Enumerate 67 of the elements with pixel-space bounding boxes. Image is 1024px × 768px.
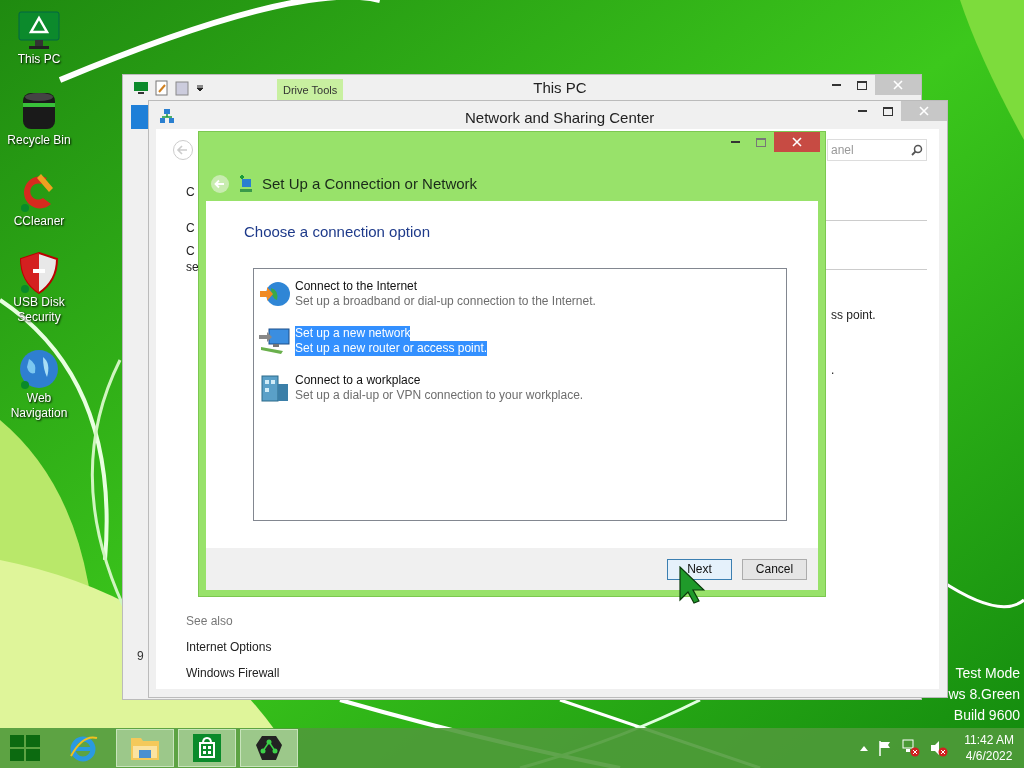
connection-option[interactable]: Connect to the Internet Set up a broadband or dial-up connection to the Internet. <box>259 279 786 309</box>
status-text: 9 <box>137 648 144 665</box>
option-description: Set up a broadband or dial-up connection to the Internet. <box>295 294 596 309</box>
globe-icon <box>17 347 61 391</box>
shield-icon <box>17 251 61 295</box>
close-icon <box>792 137 802 147</box>
window-title: Network and Sharing Center <box>465 108 655 128</box>
body-text: C <box>186 220 195 237</box>
store-bag-icon <box>192 733 222 763</box>
network-hub-icon <box>254 733 284 763</box>
monitor-icon <box>17 8 61 52</box>
test-mode-text: ws 8.Green <box>948 685 1020 703</box>
option-title: Set up a new network <box>295 326 411 341</box>
body-text: ss point. <box>831 307 876 324</box>
network-icon <box>159 108 175 124</box>
desktop-icon[interactable]: This PC <box>0 8 78 67</box>
body-text: C <box>186 184 195 201</box>
body-text: . <box>831 362 835 379</box>
option-title: Connect to the Internet <box>295 279 418 294</box>
desktop-icon-label: This PC <box>17 52 61 67</box>
test-mode-text: Test Mode <box>955 664 1020 682</box>
search-icon <box>911 144 923 156</box>
clock-time: 11:42 AM <box>964 732 1014 748</box>
dialog-button[interactable]: Next <box>667 558 732 580</box>
option-description: Set up a dial-up or VPN connection to your workplace. <box>295 388 584 403</box>
volume-muted-icon[interactable] <box>930 739 949 757</box>
network-icon <box>238 175 254 193</box>
network-error-icon[interactable] <box>902 739 921 757</box>
option-description: Set up a new router or access point. <box>295 341 488 356</box>
body-text: C <box>186 243 195 260</box>
see-also-link[interactable]: Internet Options <box>186 638 280 656</box>
option-title: Connect to a workplace <box>295 373 421 388</box>
body-text: se <box>186 259 199 276</box>
desktop-icon-label: Recycle Bin <box>7 133 71 148</box>
folder-icon <box>175 80 189 96</box>
see-also-heading: See also <box>186 613 234 630</box>
monitor-icon <box>133 81 149 95</box>
clock-date: 4/6/2022 <box>965 748 1013 764</box>
globe-icon <box>259 280 291 308</box>
dropdown-caret-icon[interactable] <box>195 83 205 93</box>
dialog-button[interactable]: Cancel <box>742 558 807 580</box>
taskbar-button[interactable] <box>240 729 298 767</box>
connection-option[interactable]: Set up a new network Set up a new router or access point. <box>259 326 786 356</box>
see-also-link[interactable]: Windows Firewall <box>186 664 280 682</box>
dialog-heading: Choose a connection option <box>244 222 430 242</box>
desktop-icon-label: Web Navigation <box>9 391 69 421</box>
connection-option[interactable]: Connect to a workplace Set up a dial-up or VPN connection to your workplace. <box>259 373 786 403</box>
desktop-icon[interactable]: CCleaner <box>0 170 78 229</box>
close-icon <box>919 106 929 116</box>
windows-logo-icon <box>10 735 40 761</box>
desktop-icon[interactable]: Web Navigation <box>0 347 78 421</box>
caret-up-icon[interactable] <box>860 745 869 751</box>
window-title: This PC <box>533 77 587 98</box>
dialog-title: Set Up a Connection or Network <box>262 173 478 194</box>
ribbon-tab[interactable]: Drive Tools <box>277 78 344 101</box>
search-field[interactable]: anel <box>827 139 927 161</box>
close-icon <box>893 80 903 90</box>
desktop-icon-label: CCleaner <box>13 214 65 229</box>
navigation-pane-strip <box>131 105 149 129</box>
clock[interactable]: 11:42 AM 4/6/2022 <box>964 732 1014 764</box>
close-button[interactable] <box>774 132 820 152</box>
test-mode-text: Build 9600 <box>953 706 1020 724</box>
flag-icon[interactable] <box>878 740 893 756</box>
building-icon <box>259 374 291 402</box>
document-icon <box>155 80 169 96</box>
network-computer-icon <box>259 327 291 355</box>
desktop-icon[interactable]: Recycle Bin <box>0 89 78 148</box>
